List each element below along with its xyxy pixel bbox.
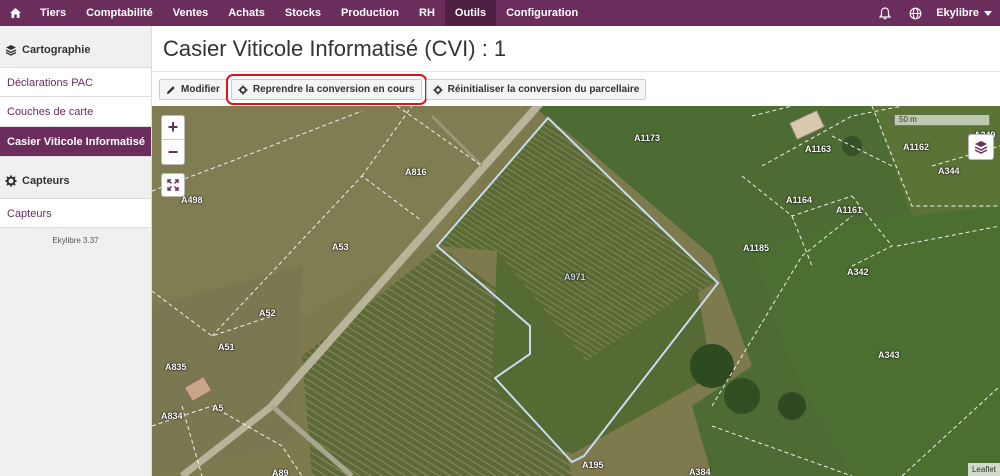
bell-icon[interactable]: [870, 0, 900, 26]
parcel-label-a1185[interactable]: A1185: [743, 243, 769, 253]
parcel-label-a52[interactable]: A52: [259, 308, 276, 318]
parcel-label-a342[interactable]: A342: [847, 267, 869, 277]
map-attribution[interactable]: Leaflet: [967, 463, 1000, 476]
parcel-label-a5[interactable]: A5: [212, 403, 224, 413]
parcel-label-a834[interactable]: A834: [161, 411, 183, 421]
map-scale: 50 m: [894, 115, 990, 126]
gear-icon: [5, 175, 17, 187]
gear-icon: [238, 85, 248, 94]
home-icon[interactable]: [0, 0, 30, 26]
layers-switcher-button[interactable]: [968, 134, 994, 160]
parcel-label-a343[interactable]: A343: [878, 350, 900, 360]
parcel-label-a51[interactable]: A51: [218, 342, 235, 352]
globe-icon[interactable]: [900, 0, 930, 26]
parcel-label-a1164[interactable]: A1164: [786, 195, 812, 205]
parcel-label-a195[interactable]: A195: [582, 460, 604, 470]
layers-icon: [974, 141, 988, 154]
parcel-label-a835[interactable]: A835: [165, 362, 187, 372]
nav-item-rh[interactable]: RH: [409, 0, 445, 26]
zoom-in-button[interactable]: +: [162, 116, 184, 140]
layers-icon: [5, 45, 17, 56]
toolbar: Modifier Reprendre la conversion en cour…: [159, 74, 647, 105]
parcel-label-a1173[interactable]: A1173: [634, 133, 660, 143]
nav-item-production[interactable]: Production: [331, 0, 409, 26]
user-name: Ekylibre: [936, 7, 979, 19]
nav-item-configuration[interactable]: Configuration: [496, 0, 588, 26]
resume-conversion-button[interactable]: Reprendre la conversion en cours: [225, 74, 427, 105]
zoom-out-button[interactable]: −: [162, 140, 184, 164]
parcel-label-a53[interactable]: A53: [332, 242, 349, 252]
parcel-label-a1162[interactable]: A1162: [903, 142, 929, 152]
parcel-label-a89[interactable]: A89: [272, 468, 289, 476]
title-divider: [152, 71, 1000, 72]
parcel-label-a1161[interactable]: A1161: [836, 205, 862, 215]
nav-item-comptabilite[interactable]: Comptabilité: [76, 0, 163, 26]
reset-conversion-button[interactable]: Réinitialiser la conversion du parcellai…: [425, 79, 647, 100]
fullscreen-button[interactable]: [161, 173, 185, 197]
sidebar-item-declarations-pac[interactable]: Déclarations PAC: [0, 67, 151, 97]
modify-button[interactable]: Modifier: [159, 79, 227, 100]
sidebar-section-title: Cartographie: [22, 44, 91, 56]
sidebar: Cartographie Déclarations PAC Couches de…: [0, 26, 152, 476]
zoom-control: + −: [161, 115, 185, 165]
chevron-down-icon: [984, 10, 992, 16]
parcel-label-a498[interactable]: A498: [181, 195, 203, 205]
sidebar-section-capteurs: Capteurs: [0, 170, 151, 192]
nav-item-achats[interactable]: Achats: [218, 0, 275, 26]
nav-item-outils[interactable]: Outils: [444, 0, 497, 26]
resume-conversion-label: Reprendre la conversion en cours: [252, 84, 415, 95]
parcel-label-a1163[interactable]: A1163: [805, 144, 831, 154]
page-title: Casier Viticole Informatisé (CVI) : 1: [163, 36, 507, 61]
parcel-map[interactable]: A498 A816 A53 A52 A51 A835 A834 A5 A89 A…: [152, 106, 1000, 476]
satellite-imagery: [152, 106, 1000, 476]
nav-item-stocks[interactable]: Stocks: [275, 0, 331, 26]
sidebar-section-title: Capteurs: [22, 175, 70, 187]
sidebar-section-cartographie: Cartographie: [0, 39, 151, 61]
user-menu[interactable]: Ekylibre: [930, 7, 1000, 19]
modify-button-label: Modifier: [181, 84, 220, 95]
sidebar-item-casier-viticole[interactable]: Casier Viticole Informatisé: [0, 127, 151, 157]
nav-item-tiers[interactable]: Tiers: [30, 0, 76, 26]
sidebar-item-couches-de-carte[interactable]: Couches de carte: [0, 97, 151, 127]
nav-item-ventes[interactable]: Ventes: [163, 0, 218, 26]
pencil-icon: [167, 85, 175, 94]
expand-icon: [167, 179, 179, 191]
parcel-label-a344[interactable]: A344: [938, 166, 960, 176]
reset-conversion-label: Réinitialiser la conversion du parcellai…: [447, 84, 640, 95]
top-navbar: Tiers Comptabilité Ventes Achats Stocks …: [0, 0, 1000, 26]
parcel-label-a971[interactable]: A971: [564, 272, 586, 282]
sidebar-item-capteurs[interactable]: Capteurs: [0, 198, 151, 228]
parcel-label-a384[interactable]: A384: [689, 467, 711, 476]
gear-icon: [433, 85, 443, 94]
parcel-label-a816[interactable]: A816: [405, 167, 427, 177]
app-version: Ekylibre 3.37: [52, 236, 99, 245]
